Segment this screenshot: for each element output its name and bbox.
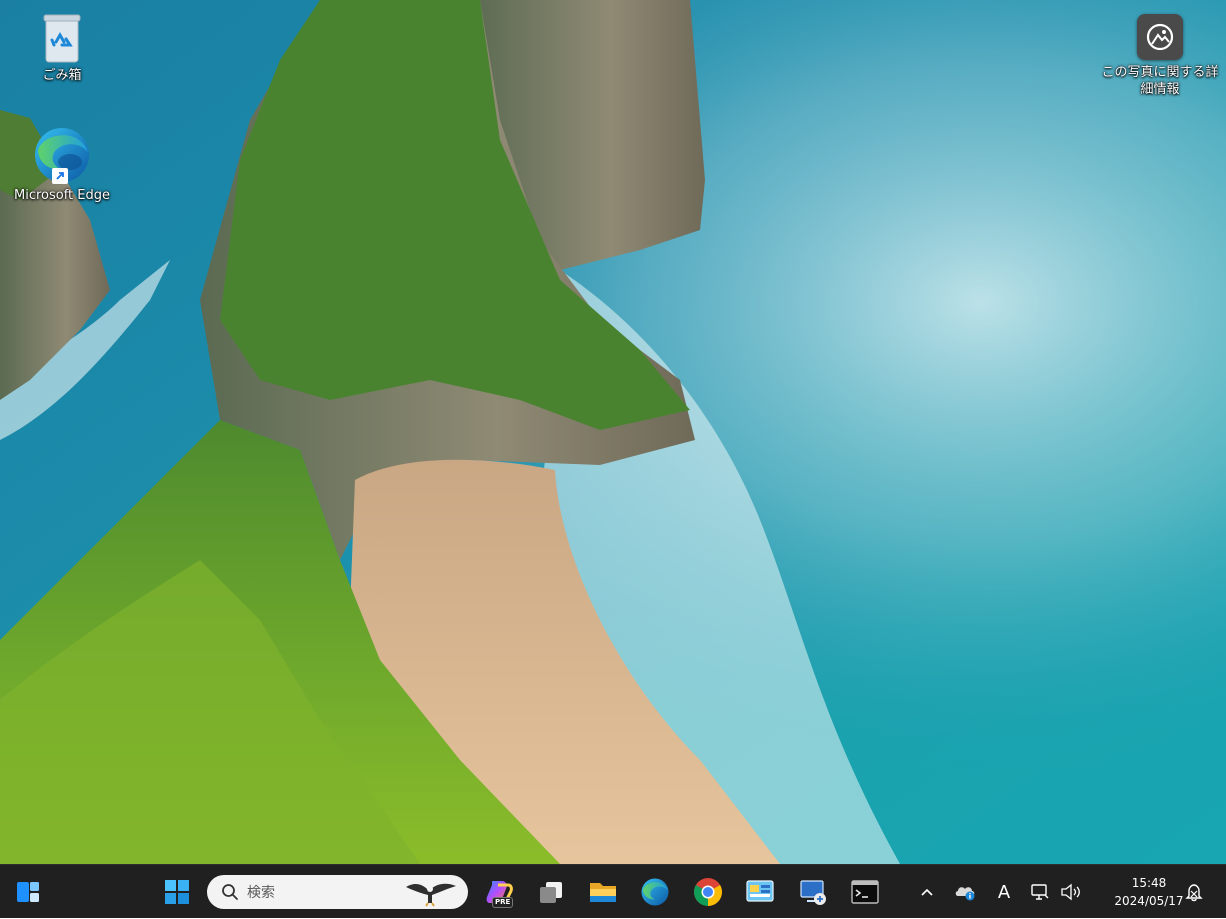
- spotlight-label-line1: この写真に関する詳: [1101, 65, 1219, 80]
- preview-badge: PRE: [492, 897, 514, 908]
- edge-icon: [641, 878, 669, 906]
- folder-icon: [590, 883, 616, 902]
- widgets-icon: [17, 882, 39, 902]
- clock[interactable]: 15:48 2024/05/17: [1110, 874, 1188, 910]
- edge-shortcut[interactable]: Microsoft Edge: [12, 126, 112, 204]
- file-explorer-button[interactable]: [583, 872, 623, 912]
- wallpaper-image: [0, 0, 1226, 864]
- shortcut-arrow-icon: [52, 168, 68, 184]
- edge-label: Microsoft Edge: [13, 188, 110, 203]
- control-panel-icon: [746, 880, 774, 902]
- copilot-button[interactable]: PRE: [479, 872, 519, 912]
- desktop: ごみ箱 Microsoft Edge この写真に関する詳 細情報: [0, 0, 1226, 864]
- ime-mode-button[interactable]: A: [990, 865, 1018, 919]
- widgets-button[interactable]: [8, 872, 48, 912]
- chrome-button[interactable]: [688, 872, 728, 912]
- search-highlight-bird-icon: [406, 883, 456, 907]
- edge-taskbar-button[interactable]: [635, 872, 675, 912]
- notifications-button[interactable]: [1180, 865, 1208, 919]
- control-panel-button[interactable]: [740, 872, 780, 912]
- remote-desktop-button[interactable]: [793, 872, 833, 912]
- ime-mode-label: A: [997, 881, 1011, 903]
- clock-date: 2024/05/17: [1114, 894, 1184, 908]
- onedrive-cloud-icon: [955, 887, 975, 901]
- tray-overflow-button[interactable]: [912, 865, 942, 919]
- volume-button[interactable]: [1058, 865, 1084, 919]
- notification-bell-icon: [1185, 884, 1203, 902]
- clock-time: 15:48: [1131, 876, 1167, 890]
- recycle-bin-label: ごみ箱: [42, 68, 82, 83]
- terminal-icon: [851, 880, 879, 904]
- terminal-button[interactable]: [845, 872, 885, 912]
- task-view-icon: [540, 882, 562, 903]
- camera-info-icon: [1137, 14, 1183, 60]
- start-button[interactable]: [157, 872, 197, 912]
- recycle-bin-shortcut[interactable]: ごみ箱: [20, 12, 104, 84]
- spotlight-info-shortcut[interactable]: この写真に関する詳 細情報: [1101, 14, 1219, 98]
- remote-desktop-icon: [800, 880, 826, 905]
- chrome-icon: [694, 878, 722, 906]
- search-icon: [222, 884, 238, 900]
- taskbar-search[interactable]: 検索: [207, 875, 468, 909]
- chevron-up-icon: [921, 888, 933, 896]
- recycle-bin-icon: [43, 14, 81, 63]
- network-button[interactable]: [1028, 865, 1052, 919]
- taskbar: 検索 PRE A 15:48 2024/05/17: [0, 864, 1226, 918]
- spotlight-label-line2: 細情報: [1140, 82, 1180, 97]
- speaker-icon: [1061, 883, 1080, 901]
- windows-logo-icon: [165, 880, 189, 904]
- onedrive-tray-button[interactable]: [950, 865, 980, 919]
- task-view-button[interactable]: [531, 872, 571, 912]
- network-icon: [1031, 884, 1049, 900]
- search-placeholder: 検索: [247, 885, 275, 901]
